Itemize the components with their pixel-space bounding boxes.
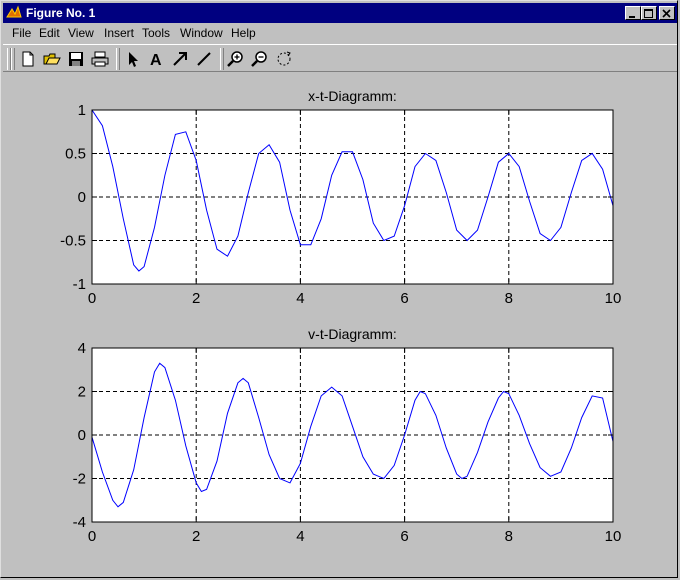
chart2-xtick-label: 6: [400, 528, 408, 545]
chart2-xtick-label: 0: [88, 528, 96, 545]
chart1-title: x-t-Diagramm:: [308, 88, 397, 104]
chart2-ytick-label: 4: [78, 340, 86, 357]
chart2-ytick-label: -4: [73, 514, 86, 531]
chart2-ytick-label: 0: [78, 427, 86, 444]
chart1-xtick-label: 0: [88, 290, 96, 307]
chart1-xtick-label: 8: [505, 290, 513, 307]
chart1-ytick-label: -0.5: [60, 233, 86, 250]
chart1-ytick-label: -1: [73, 276, 86, 293]
chart2-xtick-label: 10: [605, 528, 622, 545]
chart2-ytick-label: 2: [78, 384, 86, 401]
figure-window: Figure No. 1 File Edit View Insert Tools…: [0, 0, 678, 578]
figure-canvas[interactable]: 0 2 4 6 8 10 1 0.5 0 -0.5 -1 x-t-Diagramm: 0 2 4 6 8 10 4 2…: [1, 1, 677, 577]
chart1-xtick-label: 6: [400, 290, 408, 307]
chart1-ytick-label: 1: [78, 102, 86, 119]
chart2-ytick-label: -2: [73, 471, 86, 488]
chart1-ytick-label: 0.5: [65, 146, 86, 163]
chart1-xtick-label: 10: [605, 290, 622, 307]
chart2-title: v-t-Diagramm:: [308, 326, 397, 342]
chart1-xtick-label: 2: [192, 290, 200, 307]
chart2-xtick-label: 4: [296, 528, 304, 545]
chart1-ytick-label: 0: [78, 189, 86, 206]
chart2-xtick-label: 8: [505, 528, 513, 545]
chart2-xtick-label: 2: [192, 528, 200, 545]
chart1-xtick-label: 4: [296, 290, 304, 307]
